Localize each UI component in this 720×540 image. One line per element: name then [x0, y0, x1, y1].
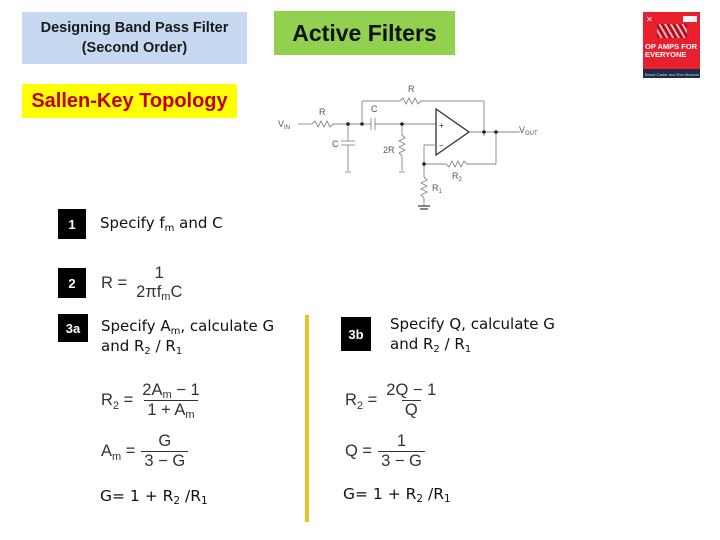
resistor-r-in	[311, 119, 334, 129]
equation-r2-q: R2 = 2Q − 1 Q	[345, 381, 437, 419]
equation-r2-am: R2 = 2Am − 1 1 + Am	[101, 381, 200, 421]
minus-input-label: −	[439, 141, 444, 150]
r-2r-label: 2R	[383, 145, 395, 155]
publisher-logo-icon: ✕	[646, 15, 653, 24]
c-series-label: C	[371, 104, 378, 114]
step-1-text: Specify fm and C	[100, 214, 223, 234]
plus-input-label: +	[439, 121, 444, 130]
author-band: Bruce Carter and Ron Mancini	[643, 69, 700, 78]
book-author: Bruce Carter and Ron Mancini	[645, 72, 699, 77]
step-badge-1: 1	[58, 209, 86, 239]
edition-badge	[683, 16, 697, 22]
slide-title-line1: Designing Band Pass Filter	[40, 20, 229, 36]
step-badge-3b: 3b	[341, 317, 371, 351]
slide-title-line2: (Second Order)	[81, 40, 188, 56]
vin-label: VIN	[278, 119, 290, 131]
r-feedback-label: R	[408, 84, 415, 94]
r1-label: R1	[432, 183, 443, 195]
step-3b-text: Specify Q, calculate G and R2 / R1	[390, 315, 555, 355]
equation-q: Q = 1 3 − G	[345, 432, 425, 471]
slide-title: Designing Band Pass Filter (Second Order…	[22, 12, 247, 64]
r2-label: R2	[452, 171, 463, 183]
gain-equation-left: G= 1 + R2 /R1	[100, 487, 208, 507]
step-badge-2: 2	[58, 268, 86, 298]
book-cover-image: ✕ OP AMPS FOR EVERYONE Bruce Carter and …	[643, 12, 700, 78]
resistor-r-feedback	[399, 96, 422, 106]
sallen-key-schematic: VIN R R C C 2R R2 R1 VOUT + −	[278, 84, 538, 210]
resistor-r1	[419, 176, 429, 199]
gain-equation-right: G= 1 + R2 /R1	[343, 485, 451, 505]
column-divider	[305, 315, 309, 522]
section-label: Active Filters	[274, 11, 455, 55]
topology-label: Sallen-Key Topology	[22, 84, 237, 118]
vout-label: VOUT	[519, 125, 538, 137]
cover-art	[657, 24, 687, 38]
book-title-line2: EVERYONE	[645, 50, 687, 59]
equation-r: R = 1 2πfmC	[101, 264, 183, 303]
step-badge-3a: 3a	[58, 314, 88, 342]
step-3a-text: Specify Am, calculate G and R2 / R1	[101, 317, 275, 357]
equation-am: Am = G 3 − G	[101, 432, 189, 471]
r-in-label: R	[319, 107, 326, 117]
resistor-r2	[445, 159, 468, 169]
resistor-2r	[397, 134, 407, 157]
c-shunt-label: C	[332, 139, 339, 149]
